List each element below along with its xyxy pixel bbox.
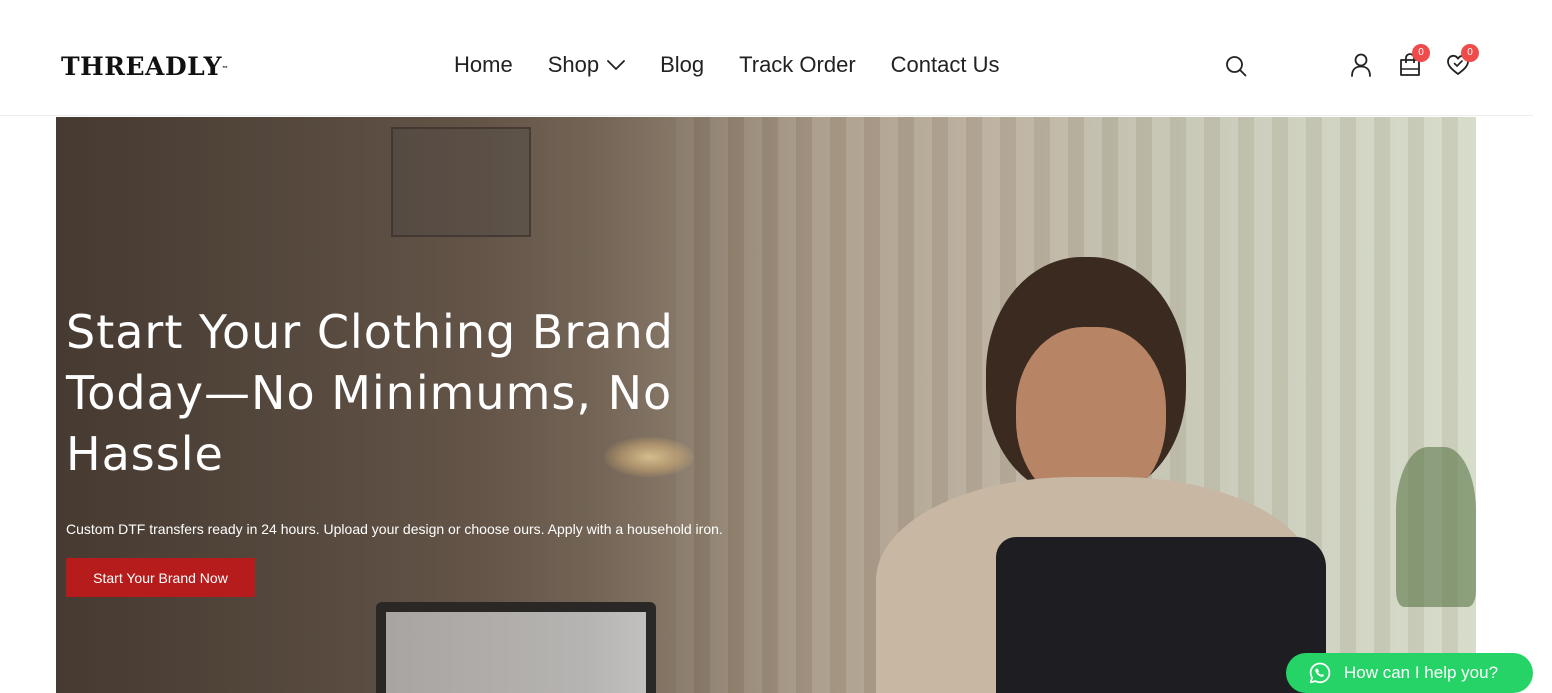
- nav-item-label: Home: [454, 52, 513, 77]
- whatsapp-chat-button[interactable]: How can I help you?: [1286, 653, 1533, 693]
- whatsapp-icon: [1309, 662, 1331, 684]
- nav-item-blog[interactable]: Blog: [660, 50, 704, 80]
- user-icon: [1351, 53, 1371, 77]
- search-button[interactable]: [1224, 54, 1248, 78]
- cart-count-badge: 0: [1412, 44, 1430, 62]
- account-button[interactable]: [1348, 52, 1374, 78]
- brand-logo[interactable]: THREADLY™: [61, 52, 228, 82]
- nav-item-home[interactable]: Home: [454, 50, 513, 80]
- hero-title: Start Your Clothing Brand Today—No Minim…: [66, 305, 674, 481]
- hero-subtitle: Custom DTF transfers ready in 24 hours. …: [66, 521, 723, 537]
- start-brand-button[interactable]: Start Your Brand Now: [66, 558, 255, 597]
- chat-label: How can I help you?: [1344, 663, 1499, 682]
- search-icon: [1226, 56, 1247, 77]
- nav-item-contact-us[interactable]: Contact Us: [891, 50, 1000, 80]
- main-nav: Home Shop Blog Track Order Contact Us: [454, 50, 999, 80]
- hero-banner: Start Your Clothing Brand Today—No Minim…: [56, 117, 1476, 693]
- chevron-down-icon: [607, 60, 625, 70]
- trademark-mark: ™: [221, 66, 229, 72]
- nav-item-label: Shop: [547, 52, 600, 77]
- nav-item-label: Track Order: [739, 52, 856, 77]
- nav-item-label: Contact Us: [890, 52, 1000, 77]
- wishlist-count-badge: 0: [1461, 44, 1479, 62]
- site-header: THREADLY™ Home Shop Blog Track Order Con…: [0, 0, 1533, 116]
- nav-item-shop[interactable]: Shop: [548, 50, 625, 80]
- nav-item-track-order[interactable]: Track Order: [739, 50, 856, 80]
- nav-item-label: Blog: [660, 52, 705, 77]
- brand-name: THREADLY: [61, 52, 222, 81]
